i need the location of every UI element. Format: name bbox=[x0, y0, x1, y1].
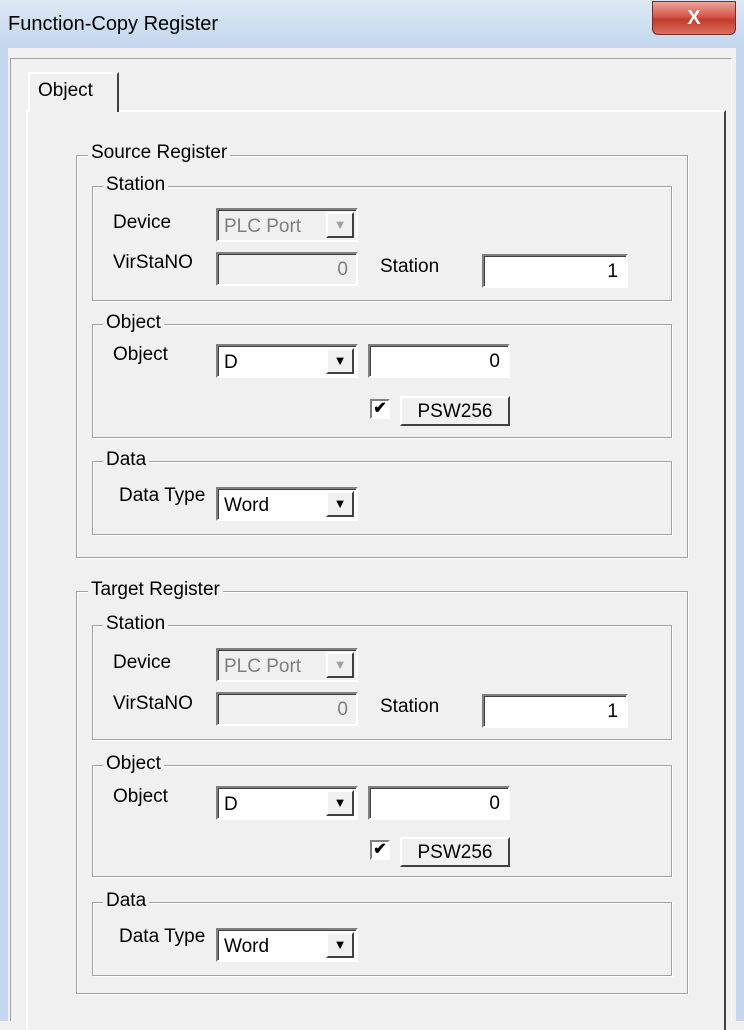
source-register-title: Source Register bbox=[88, 142, 231, 164]
chevron-down-icon: ▼ bbox=[326, 212, 354, 238]
chevron-down-icon[interactable]: ▼ bbox=[326, 491, 354, 517]
source-data-type-select[interactable]: Word ▼ bbox=[216, 487, 358, 521]
source-station-title: Station bbox=[103, 174, 169, 196]
source-object-group bbox=[92, 324, 672, 438]
source-psw256-button[interactable]: PSW256 bbox=[400, 396, 510, 426]
target-psw-checkbox[interactable]: ✔ bbox=[370, 840, 390, 860]
close-icon: X bbox=[687, 7, 701, 29]
source-psw-checkbox[interactable]: ✔ bbox=[370, 399, 390, 419]
target-data-type-value: Word bbox=[224, 936, 270, 957]
target-object-title: Object bbox=[103, 753, 164, 775]
target-station-label: Station bbox=[380, 696, 440, 717]
chevron-down-icon: ▼ bbox=[326, 652, 354, 678]
close-button[interactable]: X bbox=[652, 1, 736, 35]
source-object-title: Object bbox=[103, 312, 164, 334]
source-virsta-label: VirStaNO bbox=[113, 252, 193, 273]
chevron-down-icon[interactable]: ▼ bbox=[326, 932, 354, 958]
chevron-down-icon[interactable]: ▼ bbox=[326, 348, 354, 374]
chevron-down-icon[interactable]: ▼ bbox=[326, 790, 354, 816]
tab-object-label: Object bbox=[38, 80, 93, 101]
source-data-type-label: Data Type bbox=[119, 485, 206, 506]
source-object-type-value: D bbox=[224, 352, 238, 373]
target-object-address-input[interactable]: 0 bbox=[368, 786, 510, 820]
target-device-value: PLC Port bbox=[224, 656, 302, 677]
target-station-title: Station bbox=[103, 613, 169, 635]
check-icon: ✔ bbox=[373, 400, 387, 417]
source-object-label: Object bbox=[113, 344, 168, 365]
source-station-input[interactable]: 1 bbox=[482, 254, 628, 288]
target-device-label: Device bbox=[113, 652, 172, 673]
target-object-type-value: D bbox=[224, 794, 238, 815]
target-register-title: Target Register bbox=[88, 579, 223, 601]
target-object-label: Object bbox=[113, 786, 168, 807]
target-virsta-field: 0 bbox=[216, 692, 358, 726]
target-virsta-label: VirStaNO bbox=[113, 693, 193, 714]
source-data-type-value: Word bbox=[224, 495, 270, 516]
target-device-select: PLC Port ▼ bbox=[216, 648, 358, 682]
source-device-label: Device bbox=[113, 212, 172, 233]
target-station-input[interactable]: 1 bbox=[482, 694, 628, 728]
source-object-address-input[interactable]: 0 bbox=[368, 344, 510, 378]
target-psw256-button[interactable]: PSW256 bbox=[400, 837, 510, 867]
target-object-group bbox=[92, 765, 672, 877]
target-data-type-label: Data Type bbox=[119, 926, 206, 947]
source-virsta-field: 0 bbox=[216, 252, 358, 286]
target-data-title: Data bbox=[103, 890, 150, 912]
source-object-type-select[interactable]: D ▼ bbox=[216, 344, 358, 378]
target-object-type-select[interactable]: D ▼ bbox=[216, 786, 358, 820]
source-station-label: Station bbox=[380, 256, 440, 277]
target-data-type-select[interactable]: Word ▼ bbox=[216, 928, 358, 962]
window-title: Function-Copy Register bbox=[8, 13, 219, 35]
source-device-select: PLC Port ▼ bbox=[216, 208, 358, 242]
check-icon: ✔ bbox=[373, 841, 387, 858]
source-device-value: PLC Port bbox=[224, 216, 302, 237]
source-data-title: Data bbox=[103, 449, 150, 471]
